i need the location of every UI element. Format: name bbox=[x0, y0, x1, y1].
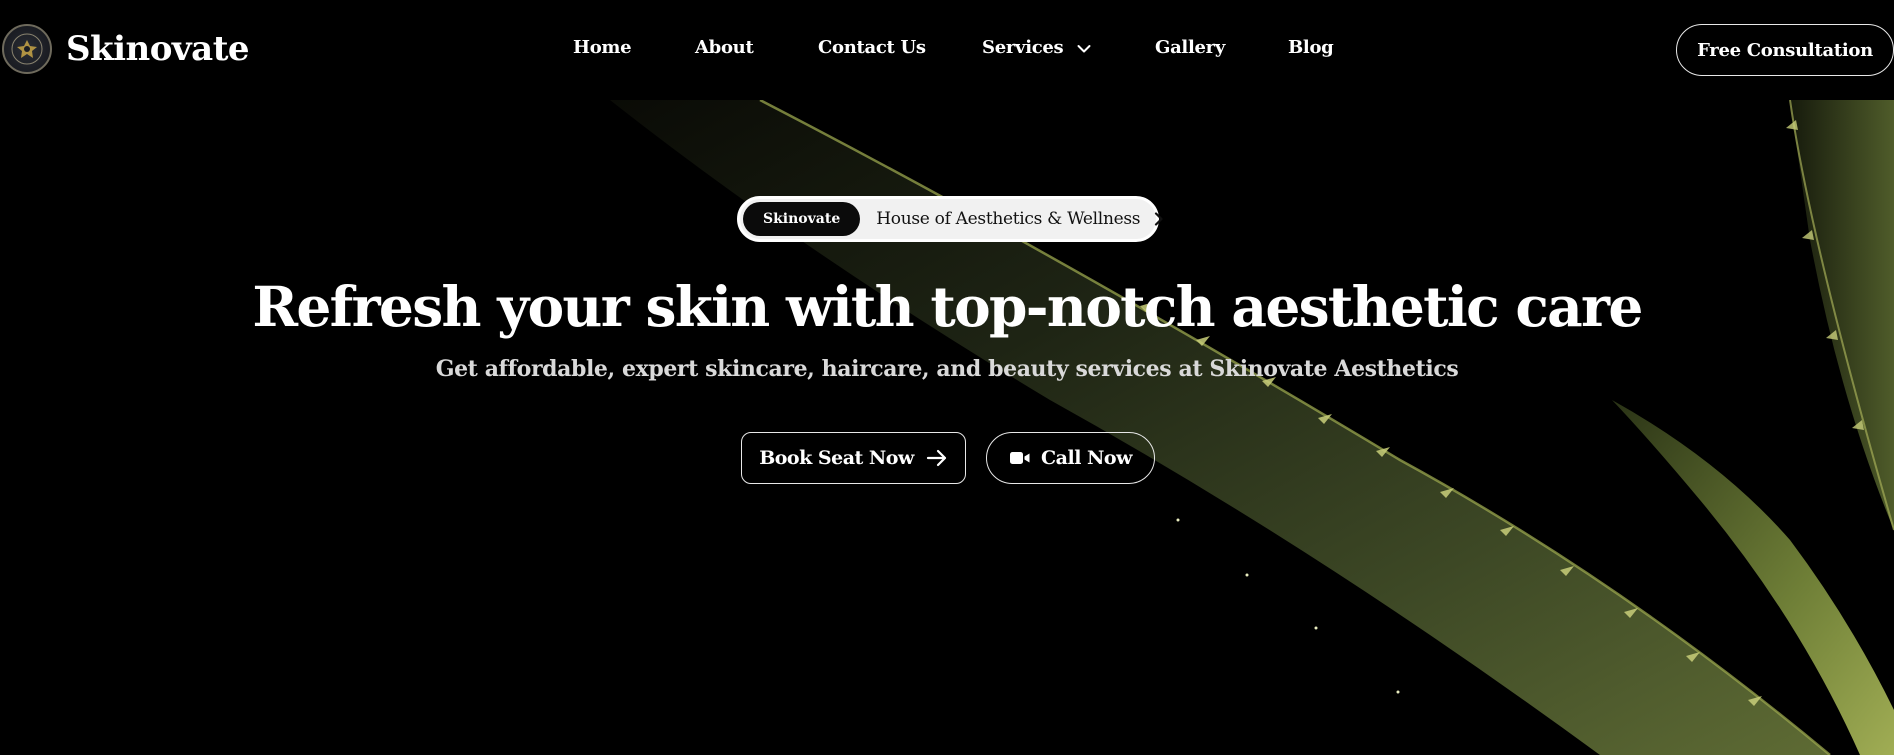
main-nav: Home About Contact Us Services Gallery B… bbox=[0, 37, 1894, 63]
nav-gallery[interactable]: Gallery bbox=[1155, 37, 1225, 58]
hero-badge[interactable]: Skinovate House of Aesthetics & Wellness bbox=[737, 196, 1163, 242]
video-camera-icon bbox=[1009, 450, 1031, 466]
hero-subheadline: Get affordable, expert skincare, haircar… bbox=[435, 356, 1459, 382]
hero-section: Skinovate House of Aesthetics & Wellness… bbox=[0, 100, 1894, 755]
book-seat-now-button[interactable]: Book Seat Now bbox=[741, 432, 966, 484]
page: Skinovate Home About Contact Us Services… bbox=[0, 0, 1894, 755]
nav-about[interactable]: About bbox=[695, 37, 754, 58]
nav-services[interactable]: Services bbox=[982, 37, 1091, 59]
hero-headline: Refresh your skin with top-notch aesthet… bbox=[252, 274, 1643, 339]
free-consultation-button[interactable]: Free Consultation bbox=[1676, 24, 1894, 76]
hero-badge-text: House of Aesthetics & Wellness bbox=[876, 209, 1141, 229]
nav-contact-us[interactable]: Contact Us bbox=[818, 37, 926, 58]
chevron-down-icon bbox=[1077, 38, 1091, 59]
book-seat-now-label: Book Seat Now bbox=[759, 447, 914, 469]
hero-badge-tag: Skinovate bbox=[743, 202, 861, 236]
nav-home[interactable]: Home bbox=[573, 37, 632, 58]
call-now-label: Call Now bbox=[1041, 447, 1132, 469]
chevron-right-icon bbox=[1154, 212, 1164, 226]
nav-blog[interactable]: Blog bbox=[1288, 37, 1334, 58]
navbar: Skinovate Home About Contact Us Services… bbox=[0, 0, 1894, 100]
nav-services-label: Services bbox=[982, 37, 1064, 58]
call-now-button[interactable]: Call Now bbox=[986, 432, 1155, 484]
arrow-right-icon bbox=[926, 449, 948, 467]
